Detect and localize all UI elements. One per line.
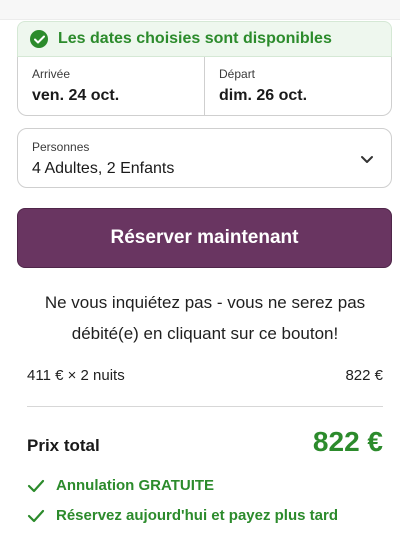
dates-selector: Arrivée ven. 24 oct. Départ dim. 26 oct. <box>17 57 392 116</box>
reassurance-line-2: débité(e) en cliquant sur ce bouton! <box>71 324 339 343</box>
chevron-down-icon <box>359 151 375 167</box>
pay-later-perk: Réservez aujourd'hui et payez plus tard <box>27 507 338 524</box>
availability-text: Les dates choisies sont disponibles <box>58 30 332 47</box>
divider <box>27 406 383 407</box>
arrival-label: Arrivée <box>32 67 71 81</box>
departure-value: dim. 26 oct. <box>219 87 308 104</box>
persons-value: 4 Adultes, 2 Enfants <box>32 160 175 177</box>
total-price-label: Prix total <box>27 436 100 455</box>
top-edge <box>0 0 400 20</box>
perk-text: Réservez aujourd'hui et payez plus tard <box>56 507 338 524</box>
arrival-value: ven. 24 oct. <box>32 87 120 104</box>
check-icon <box>27 479 45 493</box>
nightly-amount: 822 € <box>345 367 383 384</box>
persons-label: Personnes <box>32 140 90 154</box>
departure-date-field[interactable]: Départ dim. 26 oct. <box>204 57 391 115</box>
reserve-now-button[interactable]: Réserver maintenant <box>17 208 392 268</box>
departure-label: Départ <box>219 67 256 81</box>
reassurance-line-1: Ne vous inquiétez pas - vous ne serez pa… <box>44 293 366 312</box>
total-price-value: 822 € <box>312 426 383 457</box>
check-icon <box>27 509 45 523</box>
check-circle-icon <box>30 30 48 48</box>
nightly-calculation: 411 € × 2 nuits <box>27 367 125 384</box>
arrival-date-field[interactable]: Arrivée ven. 24 oct. <box>18 57 204 115</box>
nightly-price-row: 411 € × 2 nuits 822 € <box>27 367 383 384</box>
availability-banner: Les dates choisies sont disponibles <box>17 21 392 57</box>
free-cancellation-perk: Annulation GRATUITE <box>27 477 214 494</box>
reassurance-text: Ne vous inquiétez pas - vous ne serez pa… <box>10 287 400 349</box>
persons-selector[interactable]: Personnes 4 Adultes, 2 Enfants <box>17 128 392 188</box>
perk-text: Annulation GRATUITE <box>56 477 215 494</box>
